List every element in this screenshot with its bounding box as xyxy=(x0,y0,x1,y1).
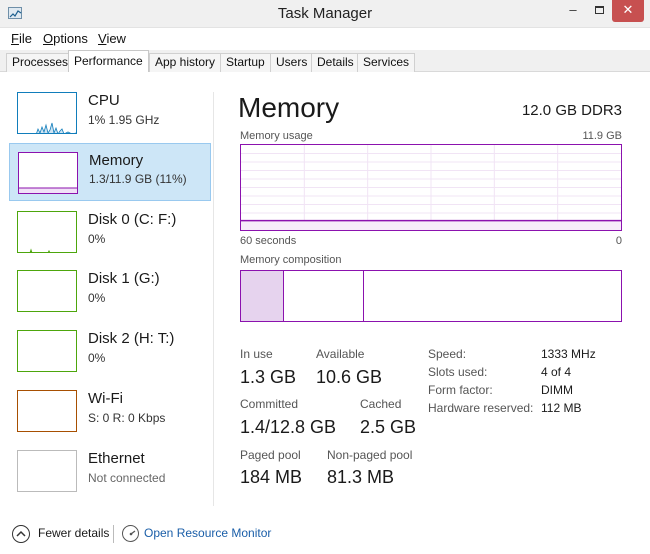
memory-usage-max: 11.9 GB xyxy=(582,130,622,142)
ethernet-thumbnail-graph xyxy=(17,450,77,492)
composition-segment-in-use[interactable] xyxy=(241,271,284,321)
sidebar-sub-wifi: S: 0 R: 0 Kbps xyxy=(88,411,166,425)
menu-view[interactable]: View xyxy=(98,31,126,46)
tab-startup[interactable]: Startup xyxy=(220,53,271,72)
sidebar-item-ethernet[interactable]: Ethernet Not connected xyxy=(9,446,211,504)
sidebar-sub-disk-1: 0% xyxy=(88,291,106,305)
paged-pool-value: 184 MB xyxy=(240,467,303,487)
form-factor-label: Form factor: xyxy=(428,383,493,397)
tab-users[interactable]: Users xyxy=(270,53,314,72)
title-bar: Task Manager – ✕ xyxy=(0,0,650,28)
speed-label: Speed: xyxy=(428,347,467,361)
sidebar-label-disk-0: Disk 0 (C: F:) xyxy=(88,211,177,228)
in-use-label: In use xyxy=(240,347,273,361)
sidebar-item-cpu[interactable]: CPU 1% 1.95 GHz xyxy=(9,88,211,146)
memory-spec: 12.0 GB DDR3 xyxy=(521,102,622,119)
usage-area xyxy=(241,220,621,230)
fewer-details-link[interactable]: Fewer details xyxy=(38,526,109,540)
resource-monitor-icon[interactable] xyxy=(122,525,139,542)
cached-value: 2.5 GB xyxy=(360,417,417,437)
tab-processes[interactable]: Processes xyxy=(6,53,75,72)
time-axis-left: 60 seconds xyxy=(240,235,297,247)
form-factor-value: DIMM xyxy=(541,383,573,397)
close-button[interactable]: ✕ xyxy=(612,0,644,22)
composition-segment-free[interactable] xyxy=(364,271,621,321)
committed-label: Committed xyxy=(240,397,299,411)
hardware-reserved-value: 112 MB xyxy=(541,401,582,415)
in-use-value: 1.3 GB xyxy=(240,367,297,387)
tab-performance[interactable]: Performance xyxy=(68,50,149,73)
menu-bar: File Options View xyxy=(0,28,650,50)
hardware-reserved-label: Hardware reserved: xyxy=(428,401,534,415)
memory-composition-bar xyxy=(240,270,622,322)
sidebar-label-cpu: CPU xyxy=(88,92,120,109)
slots-used-label: Slots used: xyxy=(428,365,488,379)
sidebar-sub-ethernet: Not connected xyxy=(88,471,166,485)
cpu-thumbnail-graph xyxy=(17,92,77,134)
time-axis-right: 0 xyxy=(615,235,622,247)
window-title: Task Manager xyxy=(277,5,373,22)
sidebar-item-wifi[interactable]: Wi-Fi S: 0 R: 0 Kbps xyxy=(9,386,211,444)
available-label: Available xyxy=(316,347,365,361)
sidebar-item-disk-1[interactable]: Disk 1 (G:) 0% xyxy=(9,266,211,324)
composition-segment-standby[interactable] xyxy=(284,271,364,321)
menu-file[interactable]: File xyxy=(11,31,32,46)
speed-value: 1333 MHz xyxy=(541,347,596,361)
sidebar-label-disk-2: Disk 2 (H: T:) xyxy=(88,330,175,347)
disk-1-thumbnail-graph xyxy=(17,270,77,312)
wifi-thumbnail-graph xyxy=(17,390,77,432)
tab-details[interactable]: Details xyxy=(311,53,360,72)
cached-label: Cached xyxy=(360,397,402,411)
sidebar-label-wifi: Wi-Fi xyxy=(88,390,123,407)
memory-thumbnail-graph xyxy=(18,152,78,194)
slots-used-value: 4 of 4 xyxy=(541,365,572,379)
memory-usage-label: Memory usage xyxy=(240,130,313,142)
tab-app-history[interactable]: App history xyxy=(149,53,222,72)
maximize-icon xyxy=(594,6,604,14)
sidebar-sub-cpu: 1% 1.95 GHz xyxy=(88,113,160,127)
non-paged-pool-value: 81.3 MB xyxy=(327,467,395,487)
memory-usage-graph xyxy=(240,144,622,231)
available-value: 10.6 GB xyxy=(316,367,383,387)
disk-0-thumbnail-graph xyxy=(17,211,77,253)
minimize-button[interactable]: – xyxy=(560,0,586,22)
memory-usage-plot xyxy=(241,145,621,230)
sidebar-item-disk-0[interactable]: Disk 0 (C: F:) 0% xyxy=(9,207,211,265)
footer-bar: Fewer details Open Resource Monitor xyxy=(0,516,650,554)
footer-separator xyxy=(113,525,114,543)
sidebar-label-ethernet: Ethernet xyxy=(88,450,145,467)
tab-services[interactable]: Services xyxy=(357,53,416,72)
committed-value: 1.4/12.8 GB xyxy=(240,417,337,437)
disk-2-thumbnail-graph xyxy=(17,330,77,372)
paged-pool-label: Paged pool xyxy=(240,448,301,462)
sidebar-label-memory: Memory xyxy=(89,152,144,169)
non-paged-pool-label: Non-paged pool xyxy=(327,448,413,462)
sidebar-sub-memory: 1.3/11.9 GB (11%) xyxy=(89,172,187,186)
panel-splitter[interactable] xyxy=(213,92,214,506)
open-resource-monitor-link[interactable]: Open Resource Monitor xyxy=(144,526,271,540)
sidebar-item-memory[interactable]: Memory 1.3/11.9 GB (11%) xyxy=(9,143,211,201)
maximize-button[interactable] xyxy=(586,0,612,22)
fewer-details-button[interactable] xyxy=(12,525,30,543)
sidebar-item-disk-2[interactable]: Disk 2 (H: T:) 0% xyxy=(9,326,211,384)
sidebar-sub-disk-2: 0% xyxy=(88,351,106,365)
sidebar-sub-disk-0: 0% xyxy=(88,232,106,246)
sidebar-label-disk-1: Disk 1 (G:) xyxy=(88,270,160,287)
memory-composition-label: Memory composition xyxy=(240,254,342,266)
tab-strip: Processes Performance App history Startu… xyxy=(0,50,650,73)
menu-options[interactable]: Options xyxy=(43,31,88,46)
page-title: Memory xyxy=(238,92,340,123)
